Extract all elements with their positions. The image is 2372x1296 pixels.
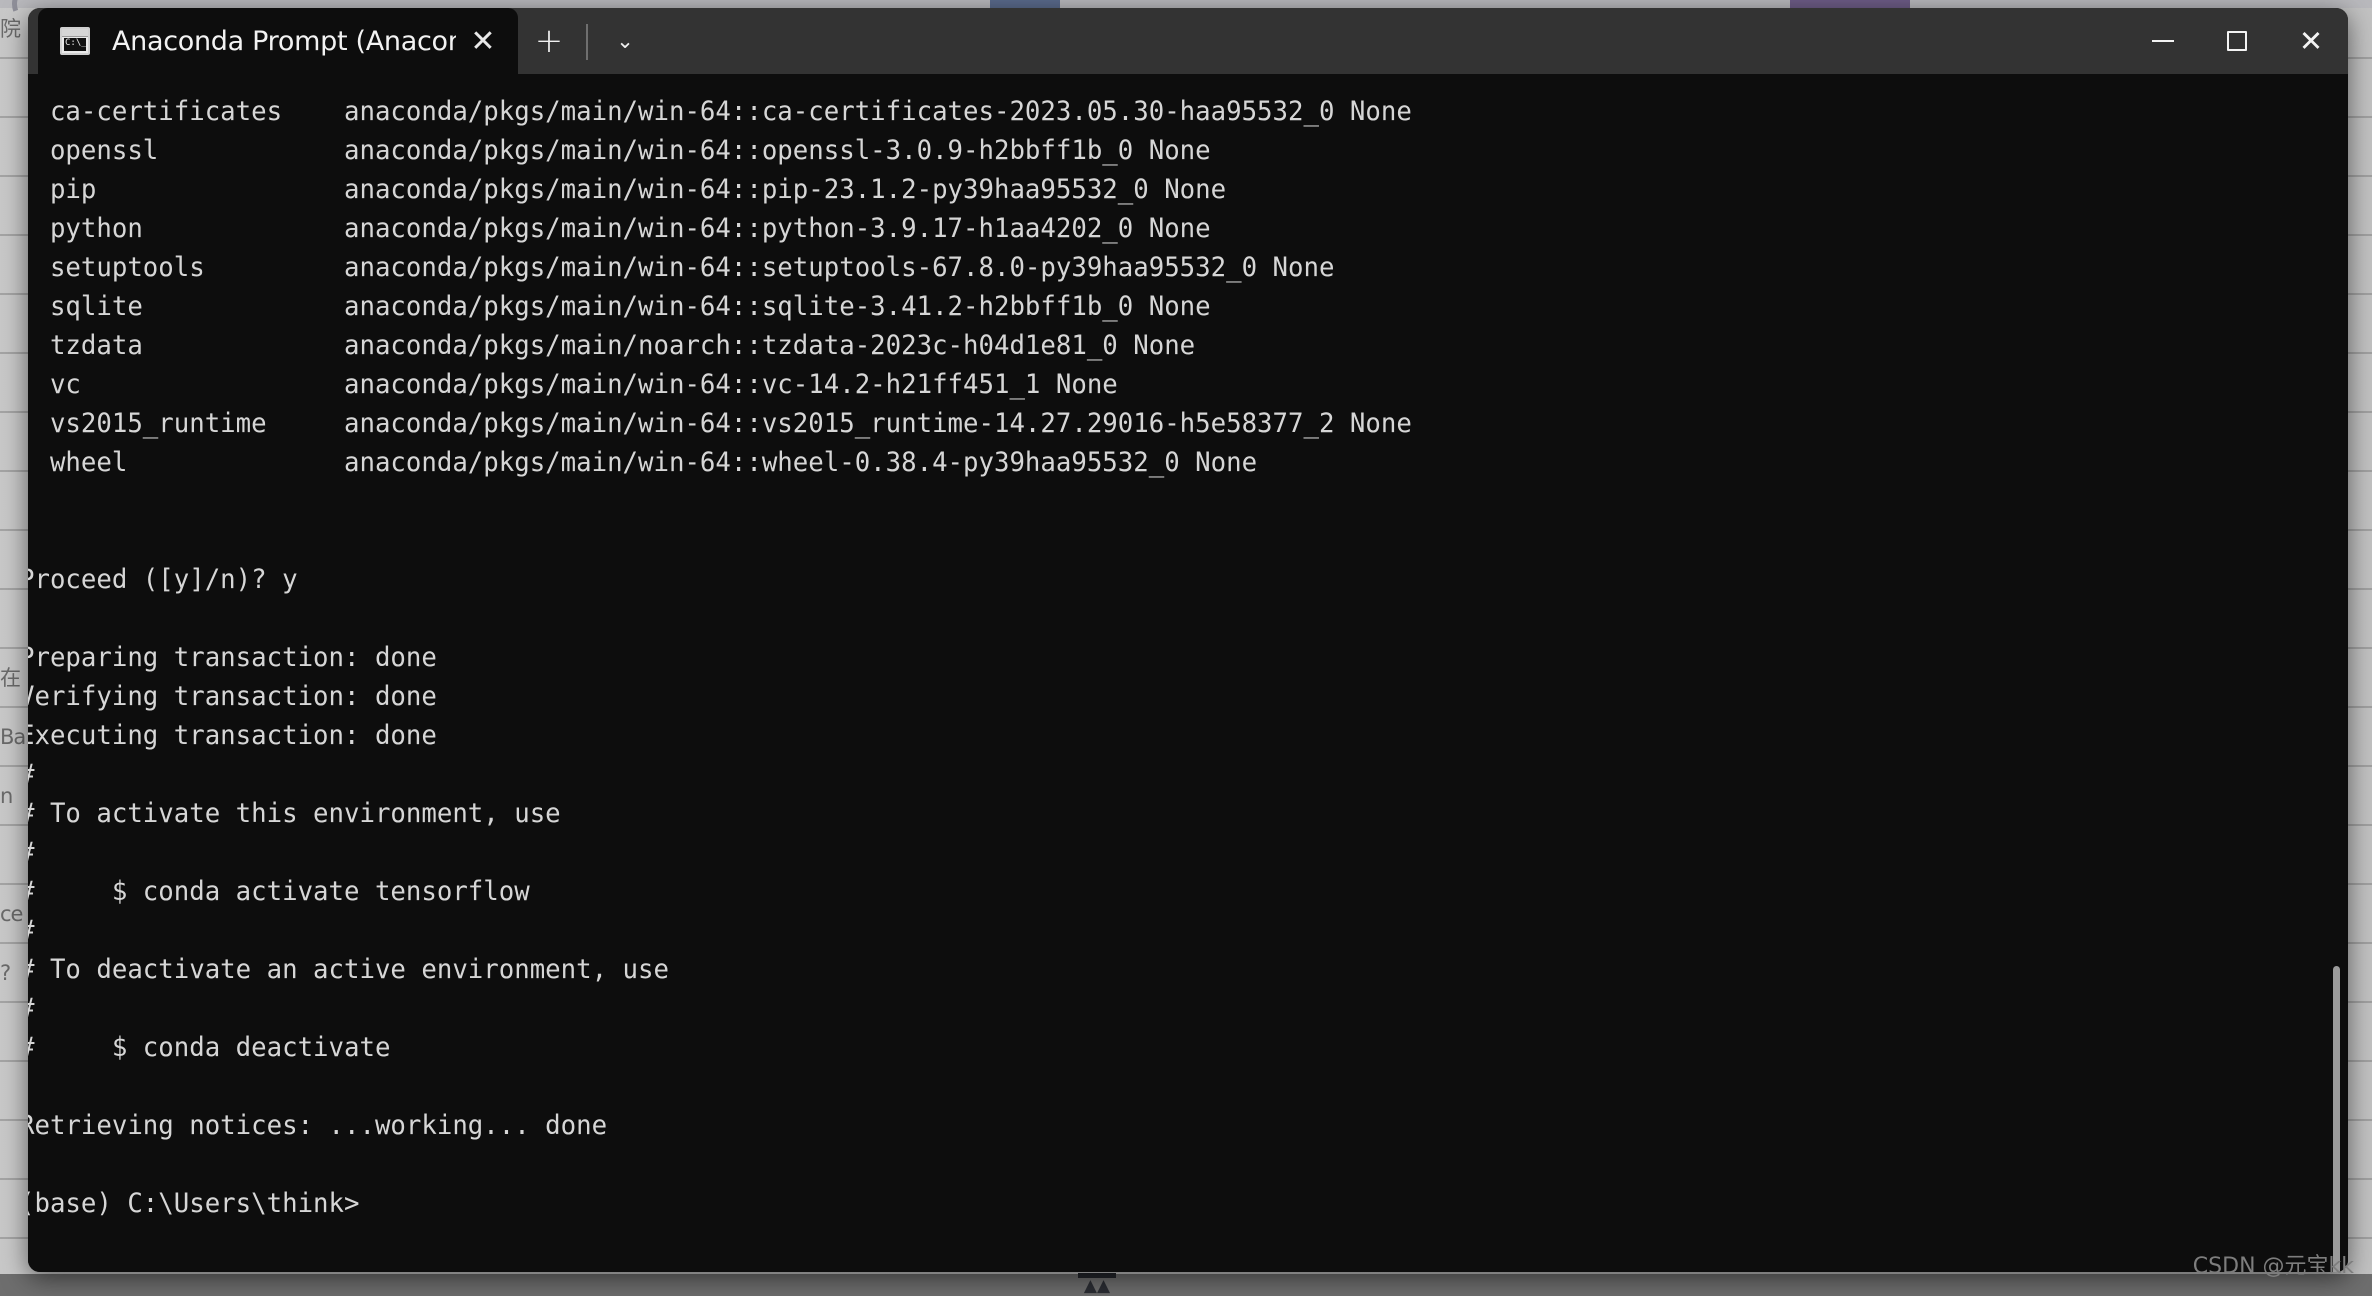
window-titlebar: C:\_ Anaconda Prompt (Anaconda ✕ + ⌄ ✕: [28, 8, 2348, 74]
minimize-icon: [2152, 40, 2174, 42]
maximize-icon: [2227, 31, 2247, 51]
background-top-band: [0, 0, 2372, 8]
tab-separator: [586, 24, 588, 60]
watermark: CSDN @元宝kk: [2192, 1254, 2354, 1279]
close-window-button[interactable]: ✕: [2274, 8, 2348, 74]
tab-anaconda-prompt[interactable]: C:\_ Anaconda Prompt (Anaconda ✕: [38, 8, 518, 74]
console-icon-text: C:\_: [64, 38, 86, 51]
terminal-window: C:\_ Anaconda Prompt (Anaconda ✕ + ⌄ ✕ c…: [28, 8, 2348, 1272]
tab-title: Anaconda Prompt (Anaconda: [112, 25, 456, 57]
taskbar: [0, 1274, 2372, 1296]
console-icon: C:\_: [60, 27, 90, 55]
close-tab-icon[interactable]: ✕: [456, 14, 510, 68]
new-tab-icon[interactable]: +: [518, 8, 580, 74]
titlebar-drag-region[interactable]: [656, 8, 2126, 74]
maximize-button[interactable]: [2200, 8, 2274, 74]
minimize-button[interactable]: [2126, 8, 2200, 74]
scrollbar-thumb[interactable]: [2333, 966, 2340, 1272]
console-text: ca-certificates anaconda/pkgs/main/win-6…: [28, 96, 1412, 1219]
scrollbar-track[interactable]: [2330, 140, 2344, 1272]
chevron-down-icon[interactable]: ⌄: [594, 8, 656, 74]
taskbar-app-icon[interactable]: ▲▲: [1083, 1276, 1111, 1296]
terminal-output-area[interactable]: ca-certificates anaconda/pkgs/main/win-6…: [28, 74, 2348, 1272]
